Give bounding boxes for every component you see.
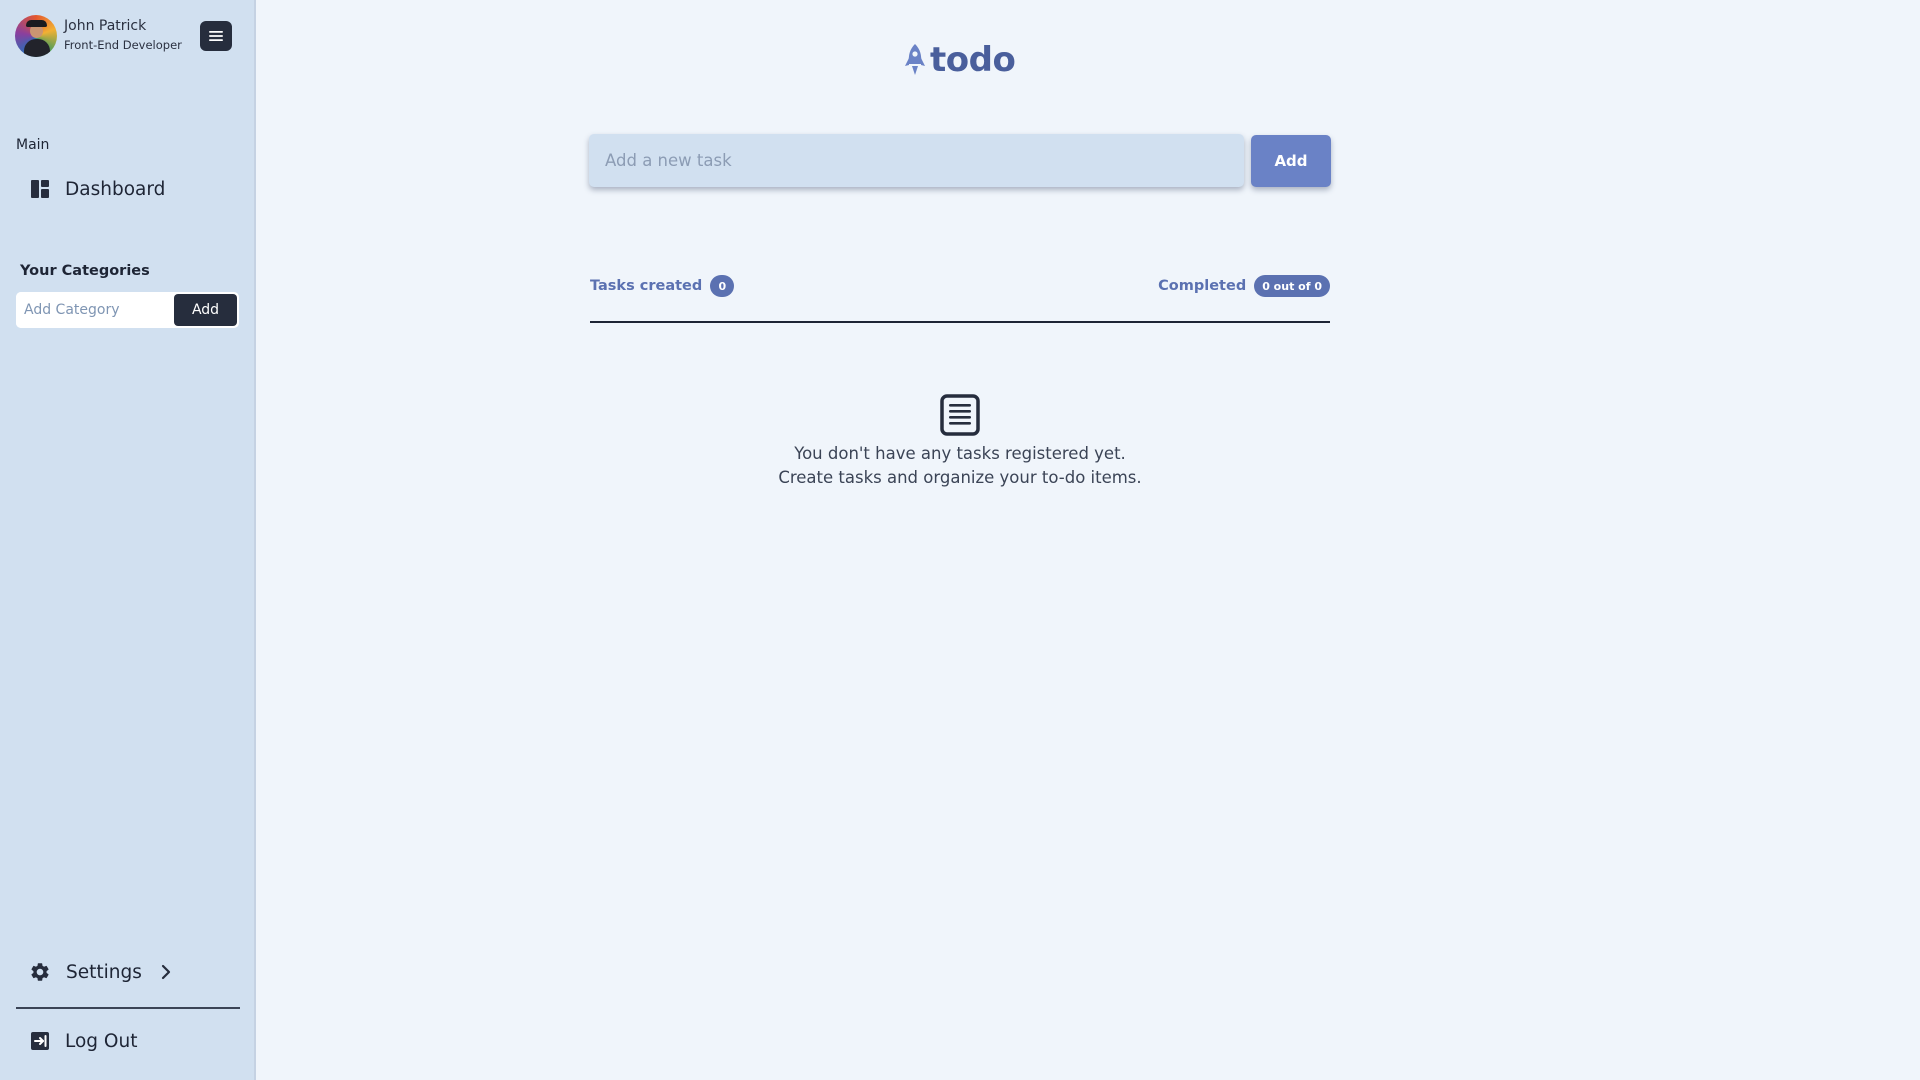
rocket-icon: [905, 44, 925, 75]
logout-icon: [28, 1029, 52, 1053]
avatar: [15, 15, 57, 57]
sidebar: John Patrick Front-End Developer Main Da…: [0, 0, 256, 1080]
sidebar-divider: [16, 1007, 240, 1009]
sidebar-item-label: Settings: [66, 961, 142, 983]
sidebar-item-label: Log Out: [65, 1030, 138, 1052]
hamburger-menu-icon: [209, 31, 223, 41]
sidebar-item-logout[interactable]: Log Out: [28, 1027, 137, 1055]
sidebar-item-settings[interactable]: Settings: [28, 958, 178, 986]
task-counters: Tasks created 0 Completed 0 out of 0: [590, 274, 1330, 298]
new-task-input[interactable]: [589, 134, 1244, 187]
add-task-button[interactable]: Add: [1251, 135, 1331, 187]
completed-badge: 0 out of 0: [1254, 275, 1330, 297]
sidebar-item-label: Dashboard: [65, 178, 166, 200]
app-logo: todo: [904, 38, 1016, 82]
add-category-button[interactable]: Add: [174, 294, 237, 326]
completed-counter: Completed 0 out of 0: [1158, 274, 1330, 298]
gear-icon: [28, 960, 52, 984]
empty-state-line-2: Create tasks and organize your to-do ite…: [778, 468, 1142, 487]
task-list-divider: [590, 321, 1330, 323]
tasks-created-counter: Tasks created 0: [590, 274, 735, 298]
category-input[interactable]: [16, 292, 174, 328]
chevron-right-icon: [154, 960, 178, 984]
sidebar-toggle-button[interactable]: [200, 21, 232, 51]
dashboard-icon: [28, 177, 52, 201]
categories-heading: Your Categories: [20, 263, 150, 279]
empty-state-line-1: You don't have any tasks registered yet.: [794, 444, 1126, 463]
main-section-label: Main: [16, 137, 50, 153]
tasks-created-badge: 0: [710, 275, 735, 297]
profile-role: Front-End Developer: [64, 38, 182, 52]
profile-name: John Patrick: [64, 18, 147, 34]
logo-text: todo: [930, 40, 1016, 80]
clipboard-list-icon: [940, 394, 980, 436]
sidebar-item-dashboard[interactable]: Dashboard: [28, 175, 165, 203]
tasks-created-label: Tasks created: [590, 278, 703, 294]
completed-label: Completed: [1158, 278, 1247, 294]
add-category-form: Add: [16, 292, 239, 328]
